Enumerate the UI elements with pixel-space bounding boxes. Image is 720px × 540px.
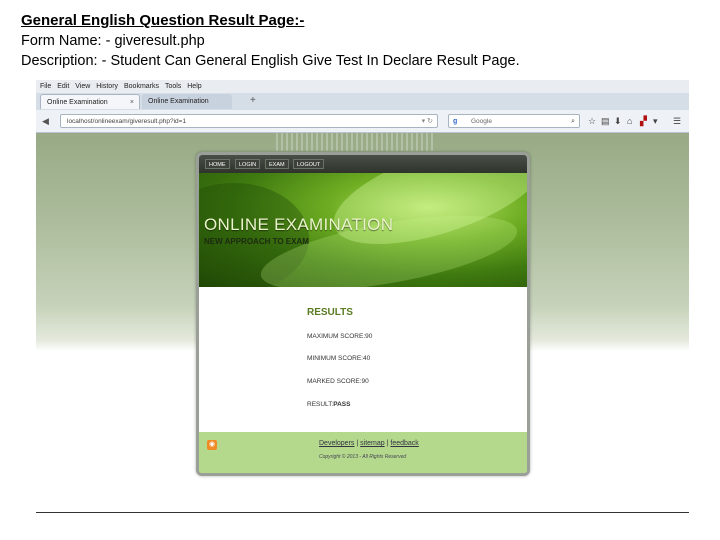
page-description: Description: - Student Can General Engli… — [21, 53, 520, 69]
max-score: MAXIMUM SCORE:90 — [307, 333, 373, 340]
home-icon[interactable]: ⌂ — [627, 110, 632, 132]
menu-edit[interactable]: Edit — [57, 80, 69, 93]
bookmarks-icon[interactable]: ▤ — [601, 110, 610, 132]
form-name: Form Name: - giveresult.php — [21, 33, 205, 49]
download-icon[interactable]: ⬇ — [614, 110, 622, 132]
tab-online-examination-2[interactable]: Online Examination — [142, 94, 232, 109]
copyright: Copyright © 2013 - All Rights Reserved — [319, 454, 407, 460]
google-icon: g — [453, 118, 458, 125]
site-banner: ONLINE EXAMINATION NEW APPROACH TO EXAM — [199, 173, 527, 287]
back-icon[interactable]: ◀ — [42, 110, 49, 132]
url-text: localhost/onlineexam/giveresult.php?id=1 — [67, 118, 187, 125]
chevron-down-icon[interactable]: ▾ — [653, 110, 658, 132]
nav-login[interactable]: LOGIN — [235, 159, 261, 169]
tab-online-examination-1[interactable]: Online Examination × — [40, 94, 140, 109]
footer-links: Developers | sitemap | feedback — [319, 440, 419, 447]
menu-view[interactable]: View — [75, 80, 90, 93]
url-bar[interactable]: localhost/onlineexam/giveresult.php?id=1… — [60, 114, 438, 128]
menu-icon[interactable]: ☰ — [673, 110, 681, 132]
search-input[interactable]: g Google ⌕ — [448, 114, 580, 128]
results-heading: RESULTS — [307, 307, 353, 318]
menu-bar: File Edit View History Bookmarks Tools H… — [36, 80, 689, 93]
menu-history[interactable]: History — [96, 80, 118, 93]
banner-title: ONLINE EXAMINATION — [204, 215, 394, 234]
banner-subtitle: NEW APPROACH TO EXAM — [204, 237, 309, 246]
tab-bar: Online Examination × Online Examination … — [36, 93, 689, 110]
navigation-bar: ◀ localhost/onlineexam/giveresult.php?id… — [36, 110, 689, 133]
marked-score: MARKED SCORE:90 — [307, 378, 369, 385]
divider — [36, 512, 689, 513]
new-tab-icon[interactable]: + — [250, 94, 256, 108]
developers-link[interactable]: Developers — [319, 440, 354, 447]
rss-icon[interactable]: ◉ — [207, 440, 217, 450]
nav-exam[interactable]: EXAM — [265, 159, 289, 169]
nav-home[interactable]: HOME — [205, 159, 230, 169]
addon-icon[interactable]: ▞ — [640, 110, 647, 132]
browser-screenshot: File Edit View History Bookmarks Tools H… — [36, 80, 689, 516]
feedback-link[interactable]: feedback — [390, 440, 418, 447]
search-icon[interactable]: ⌕ — [571, 115, 575, 129]
sitemap-link[interactable]: sitemap — [360, 440, 385, 447]
result-label: RESULT: — [307, 401, 334, 408]
site-nav: HOME LOGIN EXAM LOGOUT — [199, 155, 527, 173]
site-footer: ◉ Developers | sitemap | feedback Copyri… — [199, 432, 527, 473]
result-status: RESULT:PASS — [307, 401, 350, 408]
close-icon[interactable]: × — [130, 95, 134, 110]
page-title: General English Question Result Page:- — [21, 12, 305, 29]
menu-file[interactable]: File — [40, 80, 51, 93]
menu-bookmarks[interactable]: Bookmarks — [124, 80, 159, 93]
result-value: PASS — [333, 401, 351, 408]
background-texture — [276, 133, 436, 151]
star-icon[interactable]: ☆ — [588, 110, 596, 132]
tab-label: Online Examination — [47, 99, 108, 106]
menu-help[interactable]: Help — [187, 80, 201, 93]
results-content: RESULTS MAXIMUM SCORE:90 MINIMUM SCORE:4… — [199, 287, 527, 432]
document-header: General English Question Result Page:- F… — [21, 11, 520, 71]
menu-tools[interactable]: Tools — [165, 80, 181, 93]
min-score: MINIMUM SCORE:40 — [307, 355, 371, 362]
tab-label: Online Examination — [148, 98, 209, 105]
search-engine-label: Google — [471, 118, 492, 125]
reload-icon[interactable]: ▾ ↻ — [422, 115, 433, 129]
nav-logout[interactable]: LOGOUT — [293, 159, 325, 169]
website-frame: HOME LOGIN EXAM LOGOUT ONLINE EXAMINATIO… — [196, 152, 530, 476]
